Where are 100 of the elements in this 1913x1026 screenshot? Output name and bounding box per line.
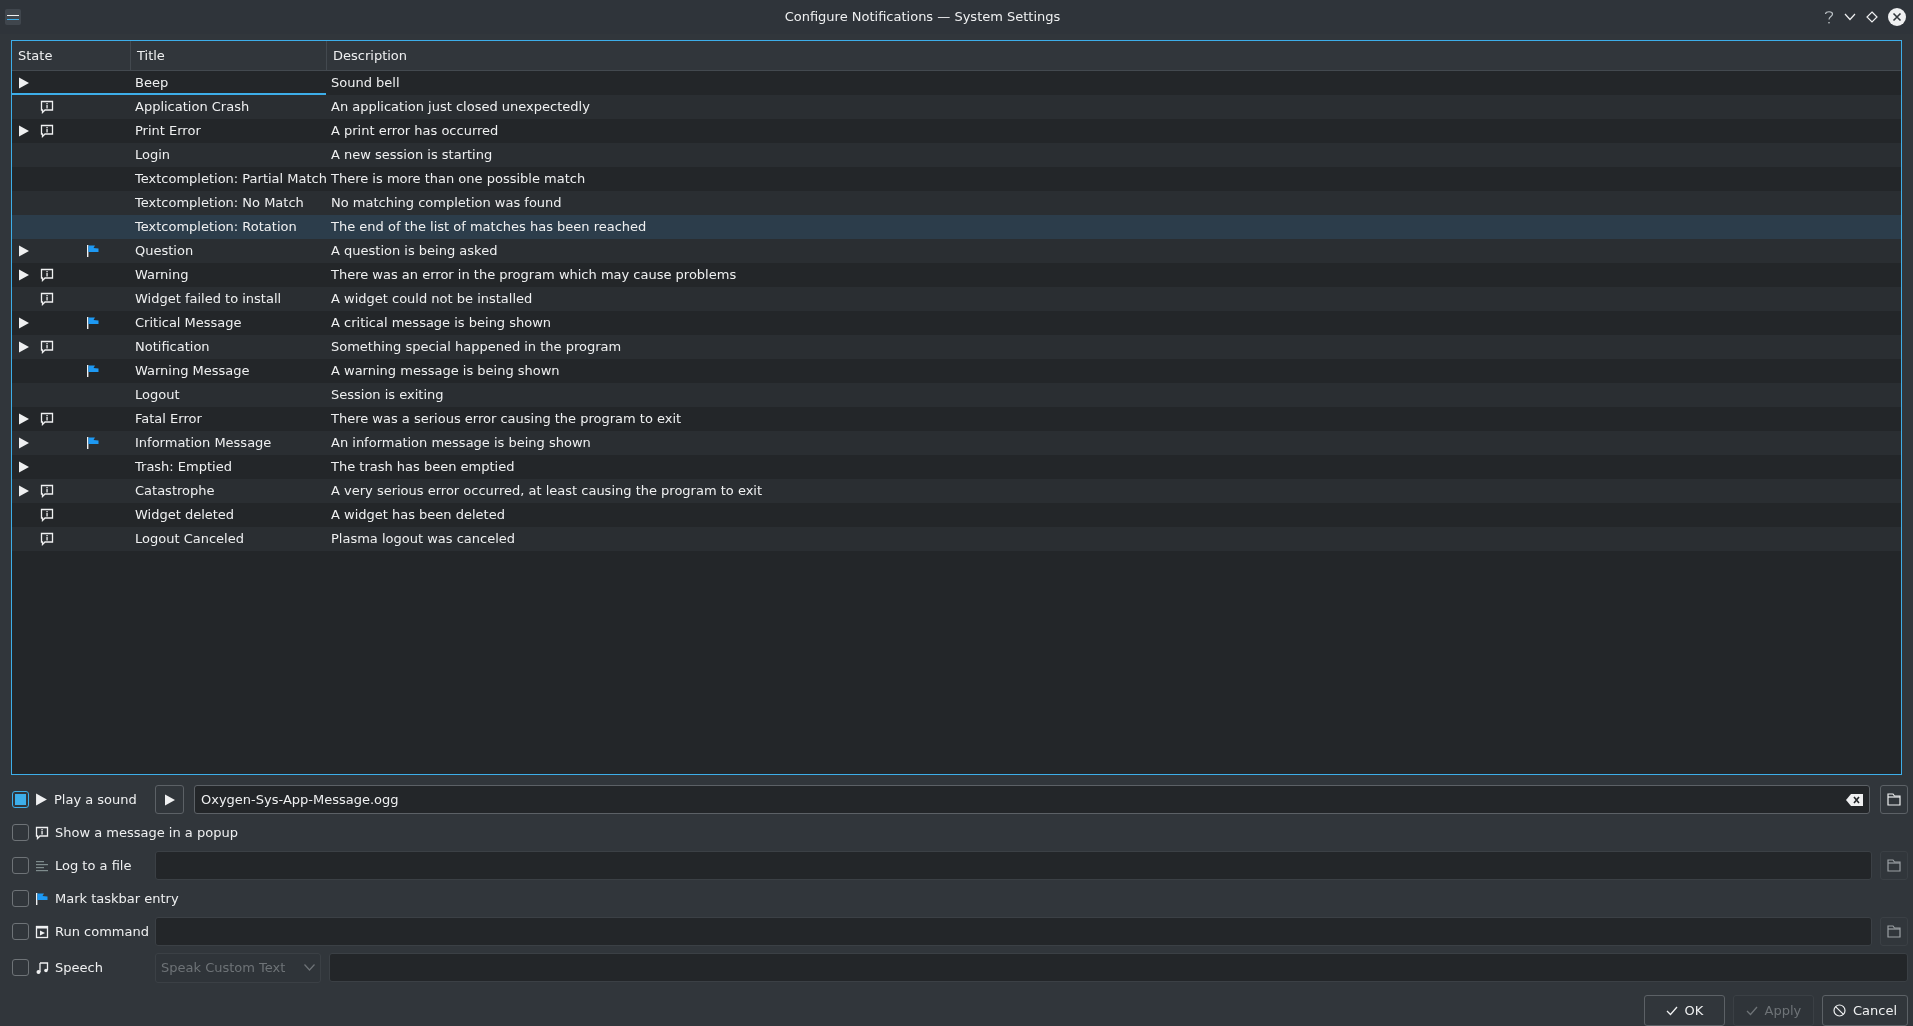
message-balloon-icon [40, 340, 54, 354]
title-cell-text: Login [135, 146, 171, 165]
dialog-button[interactable]: OK [1643, 995, 1725, 1026]
description-cell-text: A widget has been deleted [331, 506, 505, 525]
speech-text-field[interactable] [329, 953, 1908, 982]
description-cell-text: Session is exiting [331, 386, 444, 405]
table-row[interactable]: Information Message An information message is being shown [12, 431, 1901, 455]
flag-icon [86, 244, 100, 258]
description-cell-text: The end of the list of matches has been reached [331, 218, 647, 237]
table-row[interactable]: Textcompletion: No Match No matching completion was found [12, 191, 1901, 215]
message-balloon-icon [40, 268, 54, 282]
action-label: Mark taskbar entry [55, 889, 179, 908]
description-cell-text: A very serious error occurred, at least causing the program to exit [331, 482, 763, 501]
message-balloon-icon [40, 484, 54, 498]
window-title: Configure Notifications — System Settings [784, 8, 1061, 27]
message-balloon-icon [40, 292, 54, 306]
keep-above-icon[interactable] [1866, 11, 1878, 23]
action-label: Show a message in a popup [55, 823, 238, 842]
table-row[interactable]: Login A new session is starting [12, 143, 1901, 167]
checkbox[interactable] [12, 857, 29, 874]
title-cell-text: Application Crash [135, 98, 250, 117]
table-row[interactable]: Notification Something special happened in the program [12, 335, 1901, 359]
play-icon [18, 245, 30, 257]
action-label: Log to a file [55, 856, 132, 875]
title-cell-text: Logout Canceled [135, 530, 244, 549]
title-cell-text: Beep [135, 74, 169, 93]
checkbox[interactable] [12, 923, 29, 940]
message-balloon-icon [40, 124, 54, 138]
path-field[interactable] [155, 851, 1872, 880]
description-cell-text: An application just closed unexpectedly [331, 98, 590, 117]
text-lines-icon [35, 858, 49, 873]
play-button[interactable] [155, 785, 184, 814]
table-row[interactable]: Question A question is being asked [12, 239, 1901, 263]
check-icon [1665, 1005, 1678, 1016]
dialog-button[interactable]: Cancel [1821, 995, 1908, 1026]
play-icon [18, 461, 30, 473]
description-cell-text: Plasma logout was canceled [331, 530, 516, 549]
table-row[interactable]: Logout Canceled Plasma logout was canceled [12, 527, 1901, 551]
check-icon [1745, 1005, 1758, 1016]
description-cell-text: There was an error in the program which may cause problems [331, 266, 737, 285]
table-row[interactable]: Logout Session is exiting [12, 383, 1901, 407]
action-label: Run command [55, 922, 149, 941]
column-header[interactable]: State [12, 41, 130, 70]
clear-icon[interactable] [1846, 793, 1863, 806]
play-icon [18, 437, 30, 449]
table-row[interactable]: Textcompletion: Rotation The end of the list of matches has been reached [12, 215, 1901, 239]
title-cell-text: Question [135, 242, 194, 261]
play-icon [18, 77, 30, 89]
description-cell-text: The trash has been emptied [331, 458, 515, 477]
flag-icon [86, 316, 100, 330]
description-cell-text: An information message is being shown [331, 434, 591, 453]
description-cell-text: There was a serious error causing the program to exit [331, 410, 682, 429]
checkbox[interactable] [12, 791, 29, 808]
table-row[interactable]: Application Crash An application just closed unexpectedly [12, 95, 1901, 119]
title-cell-text: Catastrophe [135, 482, 215, 501]
description-cell-text: A critical message is being shown [331, 314, 552, 333]
action-label: Play a sound [54, 790, 137, 809]
path-field[interactable] [155, 917, 1872, 946]
browse-button[interactable] [1880, 785, 1908, 814]
table-row[interactable]: Catastrophe A very serious error occurred, at least causing the program to exit [12, 479, 1901, 503]
checkbox[interactable] [12, 890, 29, 907]
close-icon[interactable] [1888, 8, 1906, 26]
message-balloon-icon [40, 412, 54, 426]
play-icon [18, 269, 30, 281]
flag-icon [35, 891, 49, 906]
checkbox[interactable] [12, 824, 29, 841]
message-balloon-icon [35, 825, 49, 840]
title-cell-text: Widget deleted [135, 506, 235, 525]
column-header[interactable]: Description [326, 41, 1901, 70]
title-cell-text: Print Error [135, 122, 201, 141]
checkbox[interactable] [12, 959, 29, 976]
play-icon [35, 793, 48, 806]
description-cell-text: Sound bell [331, 74, 400, 93]
chevron-down-icon [304, 964, 315, 971]
message-balloon-icon [40, 532, 54, 546]
title-cell-text: Textcompletion: Rotation [135, 218, 297, 237]
title-cell-text: Information Message [135, 434, 272, 453]
play-icon [18, 125, 30, 137]
title-cell-text: Textcompletion: Partial Match [135, 170, 327, 189]
description-cell-text: There is more than one possible match [331, 170, 586, 189]
table-row[interactable]: Widget failed to install A widget could not be installed [12, 287, 1901, 311]
column-header[interactable]: Title [130, 41, 326, 70]
music-note-icon [35, 960, 49, 975]
help-icon[interactable] [1824, 9, 1834, 25]
message-balloon-icon [40, 100, 54, 114]
settings-sliders-icon[interactable] [5, 9, 21, 25]
description-cell-text: A warning message is being shown [331, 362, 560, 381]
title-cell-text: Fatal Error [135, 410, 202, 429]
folder-icon [1887, 925, 1901, 938]
description-cell-text: Something special happened in the program [331, 338, 622, 357]
title-cell-text: Widget failed to install [135, 290, 282, 309]
cancel-icon [1832, 1004, 1846, 1017]
description-cell-text: A widget could not be installed [331, 290, 533, 309]
flag-icon [86, 364, 100, 378]
flag-icon [86, 436, 100, 450]
description-cell-text: A new session is starting [331, 146, 493, 165]
sound-file-field[interactable]: Oxygen-Sys-App-Message.ogg [194, 785, 1870, 814]
minimize-icon[interactable] [1844, 13, 1856, 21]
title-cell-text: Critical Message [135, 314, 242, 333]
title-cell-text: Logout [135, 386, 180, 405]
